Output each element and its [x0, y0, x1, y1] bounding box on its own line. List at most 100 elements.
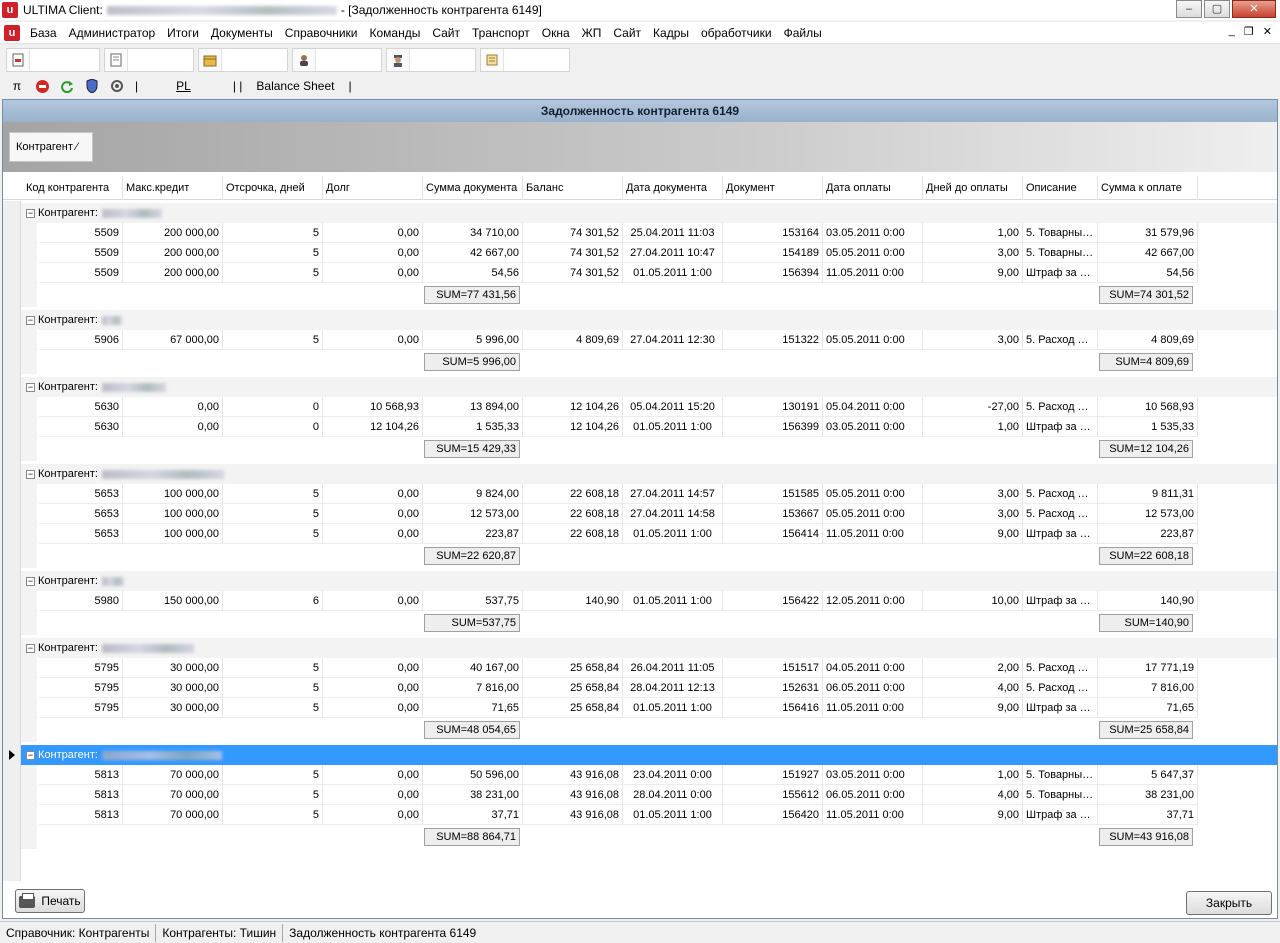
table-row[interactable]: 5795 30 000,00 5 0,00 71,65 25 658,84 01.05.20… [3, 698, 1277, 718]
cell-debt[interactable]: 0,00 [323, 591, 423, 611]
cell-max-credit[interactable]: 150 000,00 [123, 591, 223, 611]
cell-description[interactable]: Штраф за … [1023, 524, 1098, 544]
cell-document[interactable]: 156394 [723, 263, 823, 283]
cell-counterparty-code[interactable]: 5980 [39, 591, 123, 611]
group-row[interactable]: − Контрагент: [3, 377, 1277, 397]
cell-description[interactable]: Штраф за … [1023, 805, 1098, 825]
cell-doc-sum[interactable]: 71,65 [423, 698, 523, 718]
group-row[interactable]: − Контрагент: [3, 203, 1277, 223]
pi-icon[interactable]: π [8, 77, 26, 95]
cell-doc-sum[interactable]: 9 824,00 [423, 484, 523, 504]
cell-sum-to-pay[interactable]: 12 573,00 [1098, 504, 1198, 524]
cell-counterparty-code[interactable]: 5813 [39, 765, 123, 785]
cell-deferral-days[interactable]: 5 [223, 678, 323, 698]
cell-days-to-pay[interactable]: 10,00 [923, 591, 1023, 611]
cell-max-credit[interactable]: 30 000,00 [123, 678, 223, 698]
cell-doc-date[interactable]: 23.04.2011 0:00 [623, 765, 723, 785]
cell-balance[interactable]: 74 301,52 [523, 223, 623, 243]
cell-deferral-days[interactable]: 5 [223, 223, 323, 243]
page-icon[interactable] [105, 49, 127, 71]
cell-days-to-pay[interactable]: 3,00 [923, 484, 1023, 504]
balance-sheet-button[interactable]: Balance Sheet [256, 79, 334, 93]
cell-debt[interactable]: 0,00 [323, 484, 423, 504]
table-row[interactable]: 5630 0,00 0 12 104,26 1 535,33 12 104,26 01.05… [3, 417, 1277, 437]
menu-item-references[interactable]: Справочники [279, 22, 364, 44]
quick-field-5[interactable] [409, 49, 475, 71]
cell-doc-sum[interactable]: 37,71 [423, 805, 523, 825]
cell-doc-sum[interactable]: 537,75 [423, 591, 523, 611]
cell-sum-to-pay[interactable]: 7 816,00 [1098, 678, 1198, 698]
cell-counterparty-code[interactable]: 5653 [39, 484, 123, 504]
cell-counterparty-code[interactable]: 5653 [39, 524, 123, 544]
cell-doc-date[interactable]: 27.04.2011 14:57 [623, 484, 723, 504]
maximize-button[interactable]: ▢ [1204, 0, 1230, 18]
scroll-icon[interactable] [481, 49, 503, 71]
cell-days-to-pay[interactable]: 9,00 [923, 263, 1023, 283]
cell-document[interactable]: 156420 [723, 805, 823, 825]
cell-sum-to-pay[interactable]: 54,56 [1098, 263, 1198, 283]
cell-doc-date[interactable]: 01.05.2011 1:00 [623, 591, 723, 611]
column-header-sum-to-pay[interactable]: Сумма к оплате [1098, 176, 1198, 200]
cell-balance[interactable]: 12 104,26 [523, 417, 623, 437]
cell-balance[interactable]: 12 104,26 [523, 397, 623, 417]
cell-pay-date[interactable]: 03.05.2011 0:00 [823, 223, 923, 243]
cell-deferral-days[interactable]: 5 [223, 658, 323, 678]
cell-pay-date[interactable]: 04.05.2011 0:00 [823, 658, 923, 678]
group-by-chip-counterparty[interactable]: Контрагент ⁄ [9, 132, 93, 162]
cell-document[interactable]: 156416 [723, 698, 823, 718]
table-row[interactable]: 5813 70 000,00 5 0,00 37,71 43 916,08 01.05.20… [3, 805, 1277, 825]
cell-doc-sum[interactable]: 54,56 [423, 263, 523, 283]
cell-deferral-days[interactable]: 5 [223, 484, 323, 504]
cell-pay-date[interactable]: 03.05.2011 0:00 [823, 417, 923, 437]
cell-debt[interactable]: 10 568,93 [323, 397, 423, 417]
column-header-days-to-pay[interactable]: Дней до оплаты [923, 176, 1023, 200]
table-row[interactable]: 5906 67 000,00 5 0,00 5 996,00 4 809,69 27.04.… [3, 330, 1277, 350]
cell-pay-date[interactable]: 11.05.2011 0:00 [823, 698, 923, 718]
group-row[interactable]: − Контрагент: [3, 571, 1277, 591]
table-row[interactable]: 5813 70 000,00 5 0,00 50 596,00 43 916,08 23.0… [3, 765, 1277, 785]
cell-balance[interactable]: 4 809,69 [523, 330, 623, 350]
cell-debt[interactable]: 0,00 [323, 223, 423, 243]
box-icon[interactable] [199, 49, 221, 71]
collapse-icon[interactable]: − [26, 209, 35, 218]
cell-debt[interactable]: 0,00 [323, 785, 423, 805]
table-row[interactable]: 5653 100 000,00 5 0,00 9 824,00 22 608,18 27.0… [3, 484, 1277, 504]
cell-debt[interactable]: 0,00 [323, 524, 423, 544]
cell-document[interactable]: 156414 [723, 524, 823, 544]
cell-deferral-days[interactable]: 5 [223, 330, 323, 350]
cell-doc-sum[interactable]: 12 573,00 [423, 504, 523, 524]
cell-doc-date[interactable]: 27.04.2011 10:47 [623, 243, 723, 263]
cell-counterparty-code[interactable]: 5795 [39, 698, 123, 718]
table-row[interactable]: 5813 70 000,00 5 0,00 38 231,00 43 916,08 28.0… [3, 785, 1277, 805]
cell-document[interactable]: 155612 [723, 785, 823, 805]
cell-counterparty-code[interactable]: 5509 [39, 243, 123, 263]
cell-balance[interactable]: 43 916,08 [523, 805, 623, 825]
menu-item-admin[interactable]: Администратор [63, 22, 162, 44]
cell-sum-to-pay[interactable]: 37,71 [1098, 805, 1198, 825]
person-icon[interactable] [293, 49, 315, 71]
cell-balance[interactable]: 74 301,52 [523, 243, 623, 263]
menu-item-transport[interactable]: Транспорт [466, 22, 536, 44]
cell-doc-sum[interactable]: 40 167,00 [423, 658, 523, 678]
cell-description[interactable]: 5. Товарны… [1023, 785, 1098, 805]
cell-balance[interactable]: 43 916,08 [523, 785, 623, 805]
cell-deferral-days[interactable]: 0 [223, 417, 323, 437]
cell-doc-date[interactable]: 27.04.2011 12:30 [623, 330, 723, 350]
cell-days-to-pay[interactable]: 1,00 [923, 223, 1023, 243]
refresh-icon[interactable] [58, 77, 76, 95]
document-icon[interactable] [7, 49, 29, 71]
cell-doc-date[interactable]: 01.05.2011 1:00 [623, 417, 723, 437]
stop-icon[interactable] [33, 77, 51, 95]
quick-field-2[interactable] [127, 49, 193, 71]
collapse-icon[interactable]: − [26, 577, 35, 586]
cell-document[interactable]: 156399 [723, 417, 823, 437]
menu-item-baza[interactable]: База [24, 22, 63, 44]
cell-pay-date[interactable]: 05.05.2011 0:00 [823, 504, 923, 524]
cell-doc-date[interactable]: 25.04.2011 11:03 [623, 223, 723, 243]
cell-max-credit[interactable]: 70 000,00 [123, 805, 223, 825]
cell-pay-date[interactable]: 12.05.2011 0:00 [823, 591, 923, 611]
cell-days-to-pay[interactable]: 1,00 [923, 417, 1023, 437]
cell-document[interactable]: 151517 [723, 658, 823, 678]
cell-doc-date[interactable]: 01.05.2011 1:00 [623, 524, 723, 544]
column-header-doc-date[interactable]: Дата документа [623, 176, 723, 200]
